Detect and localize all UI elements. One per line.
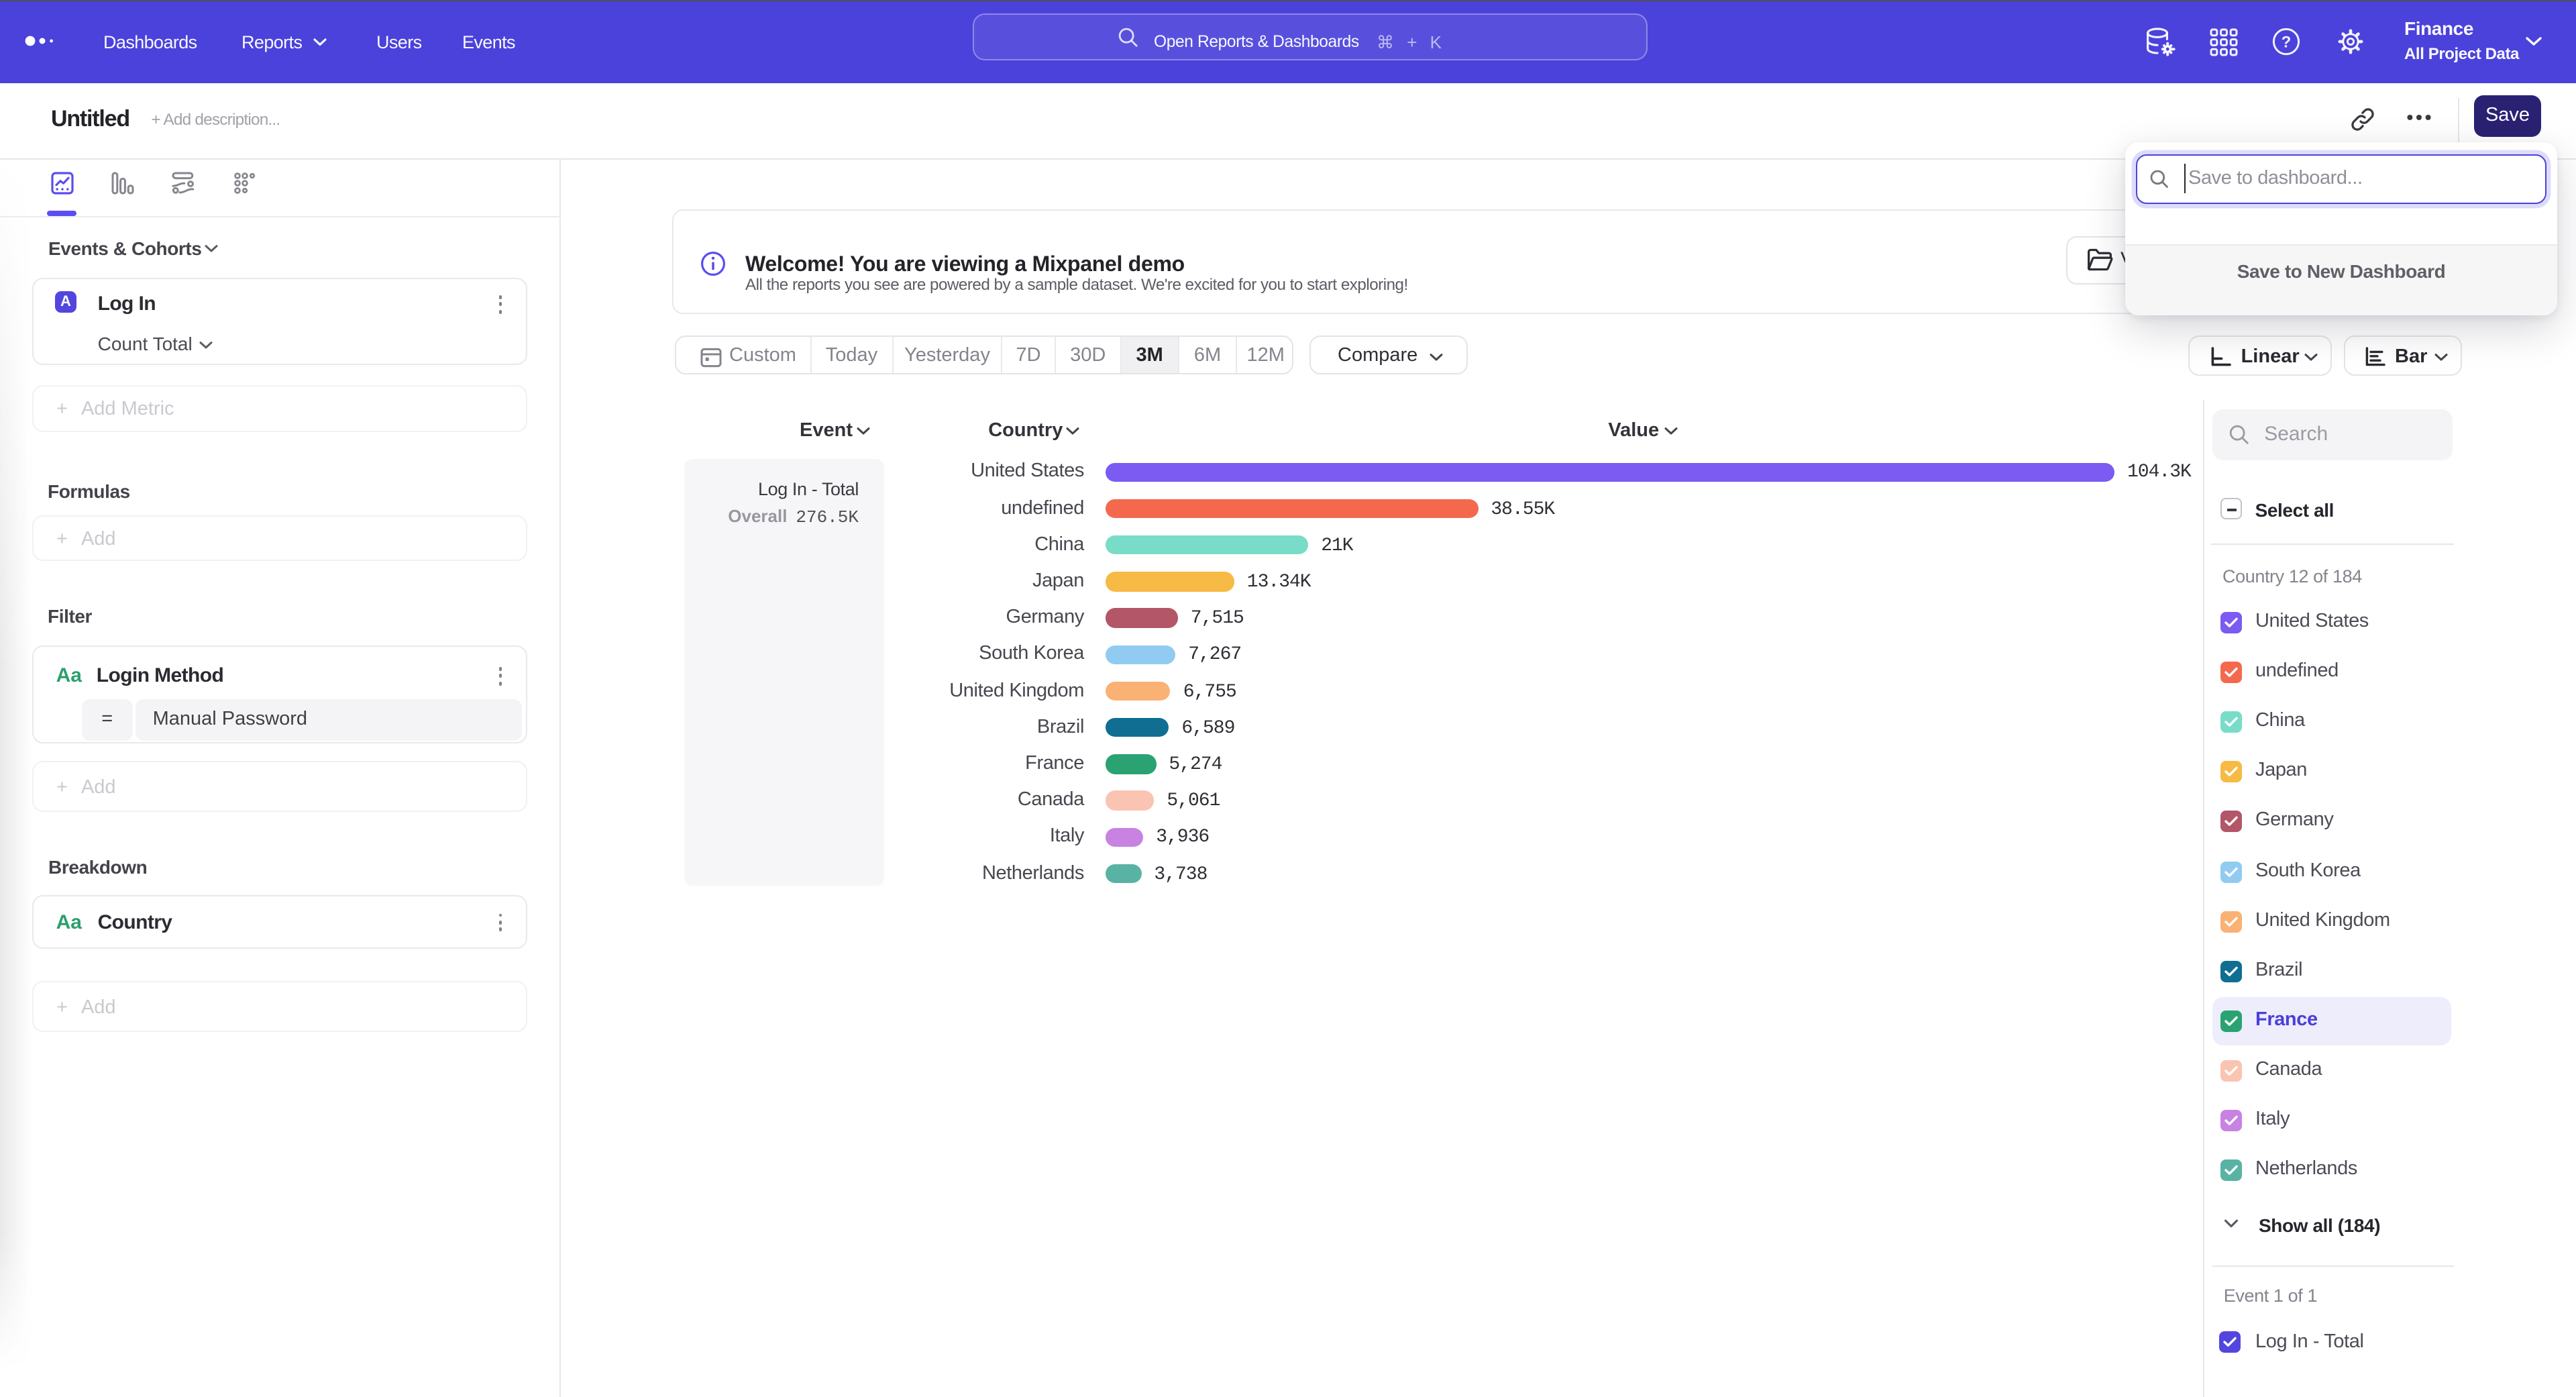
- svg-text:?: ?: [2282, 34, 2292, 52]
